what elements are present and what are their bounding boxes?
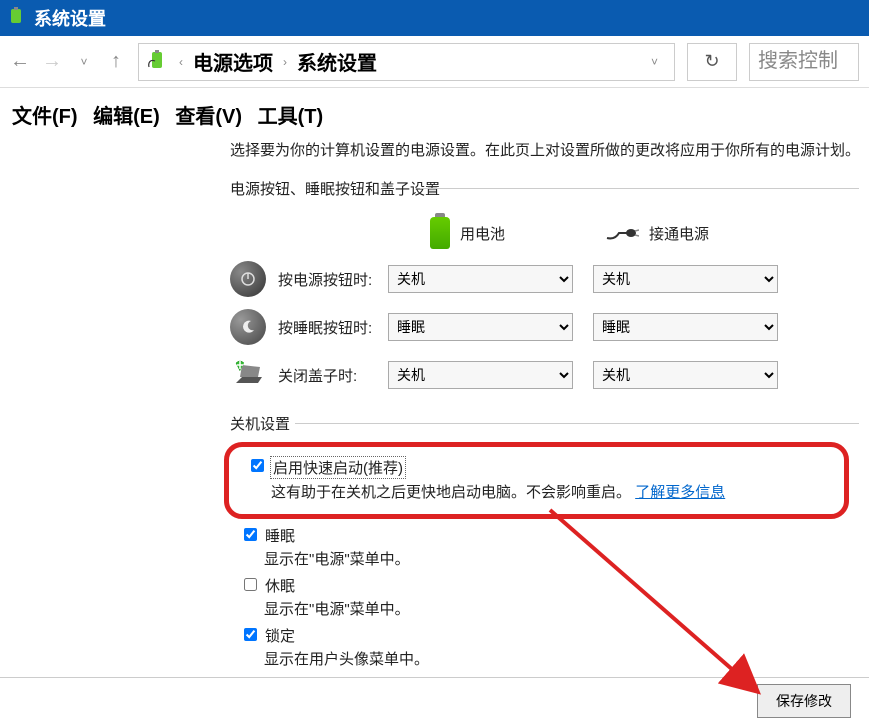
lid-icon [230, 357, 266, 393]
chevron-icon: ‹ [179, 55, 183, 69]
power-button-battery-select[interactable]: 关机睡眠休眠不采取任何操作 [388, 265, 573, 293]
nav-up-icon[interactable]: ↑ [106, 50, 126, 73]
lock-row: 锁定 [244, 625, 869, 646]
menu-bar: 文件(F) 编辑(E) 查看(V) 工具(T) [0, 88, 869, 139]
menu-edit[interactable]: 编辑(E) [93, 106, 160, 128]
button-settings-group-label: 电源按钮、睡眠按钮和盖子设置 [230, 178, 869, 199]
footer: 保存修改 [757, 684, 851, 718]
lid-plugged-select[interactable]: 关机睡眠休眠不采取任何操作 [593, 361, 778, 389]
sleep-button-row: 按睡眠按钮时: 关机睡眠休眠不采取任何操作 关机睡眠休眠不采取任何操作 [230, 309, 869, 345]
breadcrumb-item-1[interactable]: 电源选项 [193, 47, 273, 76]
fast-startup-highlight: 启用快速启动(推荐) 这有助于在关机之后更快地启动电脑。不会影响重启。 了解更多… [224, 442, 849, 519]
sleep-checkbox[interactable] [244, 528, 257, 541]
lock-cb-label[interactable]: 锁定 [263, 625, 297, 646]
fast-startup-label[interactable]: 启用快速启动(推荐) [270, 456, 406, 479]
page-description: 选择要为你的计算机设置的电源设置。在此页上对设置所做的更改将应用于你所有的电源计… [230, 139, 869, 160]
column-headers: 用电池 接通电源 [430, 217, 869, 249]
fast-startup-desc-text: 这有助于在关机之后更快地启动电脑。不会影响重启。 [271, 484, 631, 501]
menu-tools[interactable]: 工具(T) [258, 106, 324, 128]
breadcrumb-icon [147, 49, 169, 74]
main-content: 选择要为你的计算机设置的电源设置。在此页上对设置所做的更改将应用于你所有的电源计… [0, 139, 869, 669]
battery-label: 用电池 [460, 223, 505, 244]
chevron-right-icon: › [283, 55, 287, 69]
sleep-cb-label[interactable]: 睡眠 [263, 525, 297, 546]
hibernate-row: 休眠 [244, 575, 869, 596]
battery-icon [430, 217, 450, 249]
lid-row: 关闭盖子时: 关机睡眠休眠不采取任何操作 关机睡眠休眠不采取任何操作 [230, 357, 869, 393]
sleep-button-plugged-select[interactable]: 关机睡眠休眠不采取任何操作 [593, 313, 778, 341]
fast-startup-desc: 这有助于在关机之后更快地启动电脑。不会影响重启。 了解更多信息 [271, 481, 832, 502]
plugged-label: 接通电源 [649, 223, 709, 244]
refresh-button[interactable]: ↻ [687, 43, 737, 81]
nav-back-icon[interactable]: ← [10, 50, 30, 73]
plug-icon [605, 224, 639, 242]
sleep-button-label: 按睡眠按钮时: [278, 317, 388, 338]
lock-checkbox[interactable] [244, 628, 257, 641]
nav-bar: ← → ˅ ↑ ‹ 电源选项 › 系统设置 ˅ ↻ 搜索控制 [0, 36, 869, 88]
shutdown-settings-label: 关机设置 [230, 413, 869, 434]
lid-label: 关闭盖子时: [278, 365, 388, 386]
nav-history-icon[interactable]: ˅ [74, 55, 94, 69]
breadcrumb-item-2[interactable]: 系统设置 [297, 47, 377, 76]
power-button-row: 按电源按钮时: 关机睡眠休眠不采取任何操作 关机睡眠休眠不采取任何操作 [230, 261, 869, 297]
lock-cb-desc: 显示在用户头像菜单中。 [264, 648, 869, 669]
fast-startup-checkbox[interactable] [251, 459, 264, 472]
footer-separator [0, 677, 869, 678]
learn-more-link[interactable]: 了解更多信息 [635, 484, 725, 501]
battery-column: 用电池 [430, 217, 505, 249]
hibernate-checkbox[interactable] [244, 578, 257, 591]
breadcrumb-dropdown-icon[interactable]: ˅ [643, 55, 666, 69]
sleep-cb-desc: 显示在"电源"菜单中。 [264, 548, 869, 569]
power-button-plugged-select[interactable]: 关机睡眠休眠不采取任何操作 [593, 265, 778, 293]
hibernate-cb-label[interactable]: 休眠 [263, 575, 297, 596]
window-title: 系统设置 [34, 5, 106, 31]
menu-view[interactable]: 查看(V) [175, 106, 242, 128]
lid-battery-select[interactable]: 关机睡眠休眠不采取任何操作 [388, 361, 573, 389]
plugged-column: 接通电源 [605, 223, 709, 244]
window-titlebar: 系统设置 [0, 0, 869, 36]
save-button[interactable]: 保存修改 [757, 684, 851, 718]
hibernate-cb-desc: 显示在"电源"菜单中。 [264, 598, 869, 619]
menu-file[interactable]: 文件(F) [12, 106, 78, 128]
power-icon [230, 261, 266, 297]
search-input[interactable]: 搜索控制 [749, 43, 859, 81]
sleep-button-battery-select[interactable]: 关机睡眠休眠不采取任何操作 [388, 313, 573, 341]
fast-startup-row: 启用快速启动(推荐) [251, 456, 832, 479]
sleep-icon [230, 309, 266, 345]
power-button-label: 按电源按钮时: [278, 269, 388, 290]
sleep-row: 睡眠 [244, 525, 869, 546]
breadcrumb[interactable]: ‹ 电源选项 › 系统设置 ˅ [138, 43, 675, 81]
app-icon [8, 7, 26, 30]
nav-forward-icon: → [42, 50, 62, 73]
